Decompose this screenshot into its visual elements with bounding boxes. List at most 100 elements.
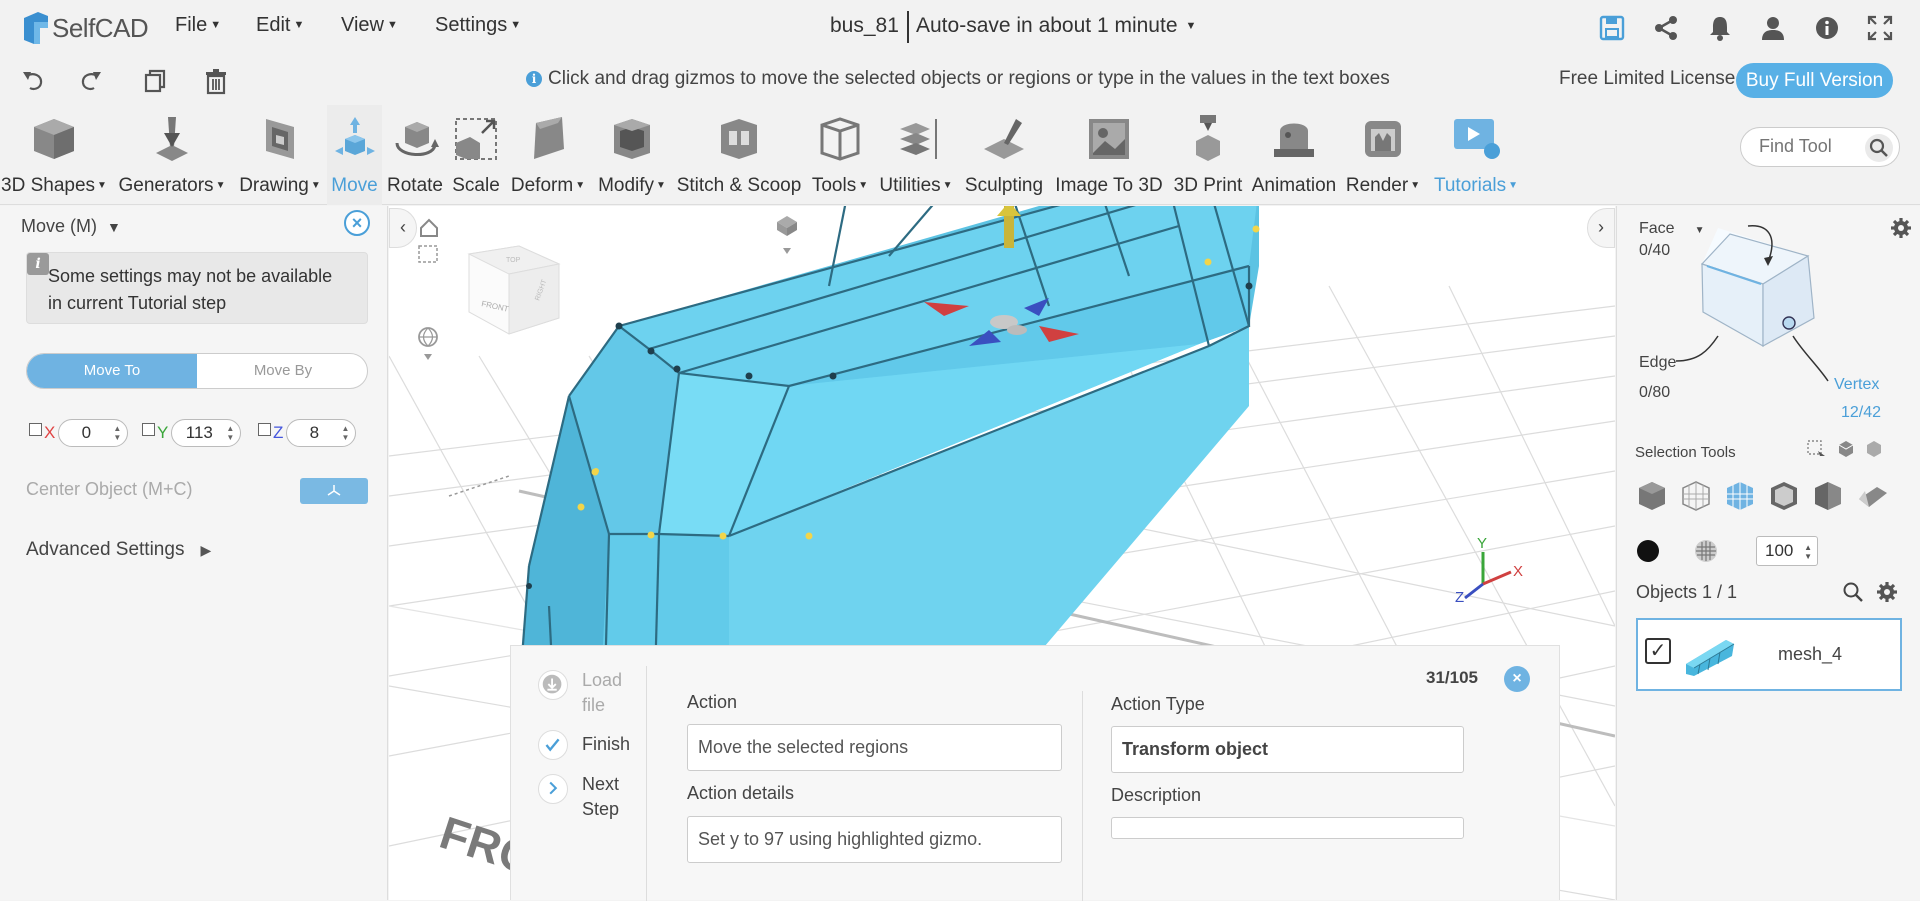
menu-file[interactable]: File ▼ [175, 14, 221, 37]
gear-icon[interactable] [1875, 580, 1899, 604]
fullscreen-icon[interactable] [1866, 14, 1894, 42]
close-tutorial-icon[interactable]: × [1504, 666, 1530, 692]
move-to-option[interactable]: Move To [27, 354, 197, 388]
tool-render[interactable]: Render ▼ [1344, 105, 1422, 205]
tool-generators[interactable]: Generators ▼ [113, 105, 231, 205]
action-bar: i Click and drag gizmos to move the selec… [0, 55, 1920, 105]
tool-scale[interactable]: Scale [448, 105, 504, 205]
redo-icon[interactable] [77, 67, 105, 95]
title-divider [907, 11, 909, 43]
notification-bell-icon[interactable] [1706, 14, 1734, 42]
tool-3d-shapes[interactable]: 3D Shapes ▼ [0, 105, 108, 205]
objects-label: Objects 1 / 1 [1636, 582, 1738, 602]
tool-3d-print[interactable]: 3D Print [1170, 105, 1246, 205]
z-input[interactable]: 8 ▲ ▼ [286, 419, 357, 447]
edge-mode-label[interactable]: Edge [1639, 354, 1676, 372]
search-icon[interactable] [1841, 580, 1865, 604]
home-view-icon[interactable] [420, 218, 438, 237]
view-cube-top-label[interactable]: TOP [506, 257, 521, 264]
object-name: mesh_4 [1778, 644, 1843, 664]
find-tool-search[interactable] [1740, 127, 1900, 167]
tutorial-panel: Load file Finish Next Step Action Move t… [510, 645, 1560, 901]
save-icon[interactable] [1598, 14, 1626, 42]
opacity-input[interactable]: 100 ▲ ▼ [1756, 536, 1818, 566]
tool-stitch-scoop[interactable]: Stitch & Scoop [674, 105, 804, 205]
tool-image-to-3d[interactable]: Image To 3D [1050, 105, 1168, 205]
select-plane-icon[interactable] [1855, 479, 1889, 513]
action-field[interactable]: Move the selected regions [687, 724, 1062, 771]
tool-sculpting[interactable]: Sculpting [962, 105, 1046, 205]
object-list-item[interactable]: ✓ mesh_4 [1636, 618, 1902, 691]
description-field[interactable] [1111, 817, 1464, 839]
autosave-status[interactable]: Auto-save in about 1 minute ▼ [916, 14, 1196, 38]
tool-move[interactable]: Move [327, 105, 382, 205]
app-name: SelfCAD [52, 12, 149, 43]
globe-view-icon[interactable] [418, 327, 438, 347]
select-object-icon[interactable] [1835, 438, 1857, 460]
copy-icon[interactable] [141, 67, 169, 95]
solid-color-icon[interactable] [1635, 538, 1661, 564]
tool-settings-panel: Move (M) ▼ × i Some settings may not be a… [0, 206, 388, 900]
select-edges-icon[interactable] [1767, 479, 1801, 513]
menu-edit[interactable]: Edit ▼ [256, 14, 304, 37]
share-icon[interactable] [1652, 14, 1680, 42]
vertex-mode-label[interactable]: Vertex [1834, 376, 1879, 394]
tool-modify[interactable]: Modify ▼ [594, 105, 670, 205]
scale-icon [455, 118, 497, 160]
center-object-button[interactable] [300, 478, 368, 504]
move-mode-toggle: Move To Move By [26, 353, 368, 389]
tool-drawing[interactable]: Drawing ▼ [235, 105, 325, 205]
select-half-icon[interactable] [1811, 479, 1845, 513]
edge-count: 0/80 [1639, 384, 1671, 401]
info-icon: i [526, 71, 542, 87]
buy-full-version-button[interactable]: Buy Full Version [1736, 63, 1893, 98]
action-type-field[interactable]: Transform object [1111, 726, 1464, 773]
menu-view[interactable]: View ▼ [341, 14, 398, 37]
select-mesh-icon[interactable] [1635, 479, 1669, 513]
tool-animation[interactable]: Animation [1248, 105, 1340, 205]
gear-icon[interactable] [1889, 216, 1913, 240]
select-all-icon[interactable] [1863, 438, 1885, 460]
info-icon[interactable] [1813, 14, 1841, 42]
tool-utilities[interactable]: Utilities ▼ [874, 105, 958, 205]
menu-settings[interactable]: Settings ▼ [435, 14, 521, 37]
panel-title[interactable]: Move (M) ▼ [21, 216, 121, 237]
perspective-dropdown-icon[interactable] [783, 248, 791, 254]
utilities-icon [900, 119, 937, 159]
y-lock-checkbox[interactable] [142, 422, 155, 436]
material-texture-icon[interactable] [1693, 538, 1719, 564]
tool-tutorials[interactable]: Tutorials ▼ [1426, 105, 1526, 205]
view-cube[interactable]: FRONT TOP RIGHT [467, 245, 561, 335]
select-box-icon[interactable] [1805, 438, 1827, 460]
find-tool-input[interactable] [1759, 136, 1869, 157]
app-logo[interactable]: SelfCAD [20, 8, 149, 48]
search-icon[interactable] [1865, 134, 1893, 162]
z-axis-label: Z [273, 423, 284, 442]
move-by-option[interactable]: Move By [197, 354, 367, 388]
license-label: Free Limited License [1559, 68, 1736, 89]
3d-print-icon [1196, 115, 1220, 161]
y-input[interactable]: 113 ▲ ▼ [171, 419, 242, 447]
action-details-label: Action details [687, 783, 795, 803]
description-label: Description [1111, 785, 1202, 805]
x-lock-checkbox[interactable] [29, 422, 42, 436]
advanced-settings-toggle[interactable]: Advanced Settings ▶ [26, 539, 211, 561]
document-filename[interactable]: bus_81 [830, 14, 899, 38]
view-dropdown-icon[interactable] [424, 354, 432, 360]
z-lock-checkbox[interactable] [258, 422, 271, 436]
undo-icon[interactable] [19, 67, 47, 95]
select-wireframe-icon[interactable] [1679, 479, 1713, 513]
fit-view-icon[interactable] [418, 245, 438, 263]
select-faces-icon[interactable] [1723, 479, 1757, 513]
tool-deform[interactable]: Deform ▼ [506, 105, 590, 205]
perspective-icon[interactable] [777, 216, 797, 236]
x-input[interactable]: 0 ▲ ▼ [58, 419, 129, 447]
user-account-icon[interactable] [1759, 14, 1787, 42]
tool-rotate[interactable]: Rotate [384, 105, 446, 205]
delete-icon[interactable] [202, 67, 230, 95]
divider [646, 666, 647, 901]
action-details-field[interactable]: Set y to 97 using highlighted gizmo. [687, 816, 1062, 863]
tool-tools[interactable]: Tools ▼ [808, 105, 872, 205]
close-panel-icon[interactable]: × [344, 210, 370, 236]
object-visibility-checkbox[interactable]: ✓ [1645, 638, 1671, 664]
